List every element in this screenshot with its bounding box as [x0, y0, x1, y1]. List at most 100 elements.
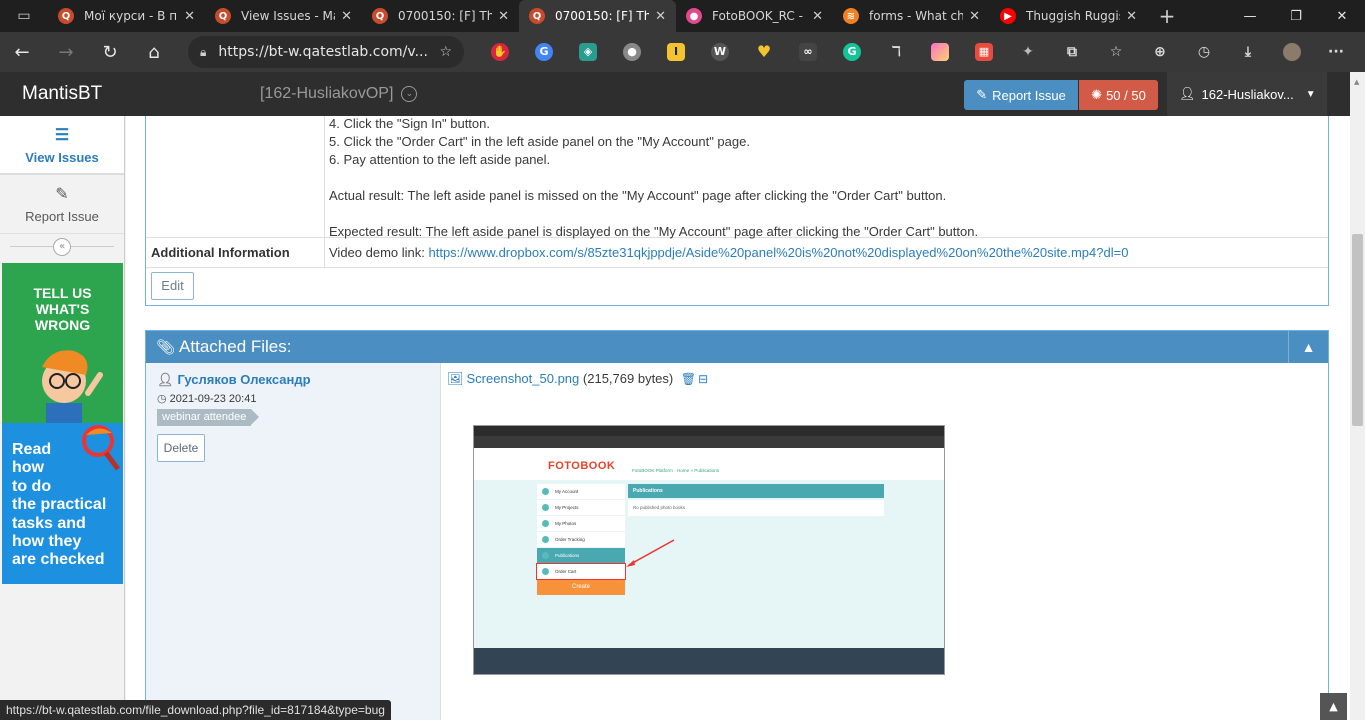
mantis-navbar: MantisBT [162-HusliakovOP] ⌄ ✎ Report Iss…: [0, 72, 1350, 116]
extension-red-hand-icon[interactable]: ✋: [478, 32, 522, 72]
extension-glasses-icon[interactable]: ∞: [786, 32, 830, 72]
file-line: 🖼︎ Screenshot_50.png (215,769 bytes) 🗑︎ ⊟: [447, 371, 708, 387]
browser-tab[interactable]: ≋ forms - What cha ✕: [833, 0, 990, 32]
extension-yellow-icon[interactable]: I: [654, 32, 698, 72]
more-menu-icon[interactable]: ···: [1314, 32, 1358, 72]
scrollbar-thumb[interactable]: [1352, 234, 1363, 426]
delete-button[interactable]: Delete: [157, 434, 205, 462]
close-window-icon[interactable]: ✕: [1319, 0, 1365, 32]
report-issue-button[interactable]: ✎ Report Issue: [964, 80, 1078, 110]
back-icon[interactable]: ←: [0, 32, 44, 72]
edit-icon: ✎: [976, 87, 988, 102]
browser-tab-bar: ▭ QМої курси - В пр✕QView Issues - Man✕Q…: [0, 0, 1365, 32]
chevron-up-icon[interactable]: ▲: [1288, 331, 1328, 363]
scroll-to-top-button[interactable]: ▲: [1320, 693, 1347, 720]
tab-close-icon[interactable]: ✕: [969, 9, 980, 24]
collapse-preview-icon[interactable]: ⊟: [698, 372, 708, 386]
extension-gradient-icon[interactable]: [918, 32, 962, 72]
home-icon[interactable]: ⌂: [132, 32, 176, 72]
favorites-icon[interactable]: ☆: [1094, 32, 1138, 72]
history-icon[interactable]: ◷: [1182, 32, 1226, 72]
tab-favicon-icon: ≋: [843, 8, 859, 24]
extension-screen-icon[interactable]: ▦: [962, 32, 1006, 72]
tab-title: View Issues - Man: [241, 9, 335, 23]
sidebar-collapse-button[interactable]: «: [0, 234, 124, 259]
lock-icon: 🔒︎: [200, 44, 207, 59]
extensions-row: ✋ G ◈ ● I W ♥ ∞ G ℸ ▦ ✦ ⧉ ☆ ⊕ ◷ ⤓ ···: [478, 32, 1358, 72]
file-size: (215,769 bytes): [582, 371, 674, 386]
extension-puzzle-gray-icon[interactable]: ✦: [1006, 32, 1050, 72]
attachment-date: ◷ 2021-09-23 20:41: [157, 392, 256, 405]
double-chevron-left-icon[interactable]: «: [53, 237, 71, 256]
sidebar-item-report-issue[interactable]: ✎ Report Issue: [0, 175, 124, 234]
attached-files-box: 📎︎ Attached Files: ▲ 👤︎ Гусляков Олександр…: [145, 330, 1329, 720]
tab-title: 0700150: [F] The: [398, 9, 493, 23]
browser-toolbar: ← → ↻ ⌂ 🔒︎ https://bt-w.qatestlab.com/v.…: [0, 32, 1365, 72]
tab-close-icon[interactable]: ✕: [184, 9, 195, 24]
browser-tab[interactable]: ▶ Thuggish Ruggis ✕: [990, 0, 1147, 32]
tasks-banner[interactable]: Read how to do the practical tasks and h…: [2, 423, 123, 584]
extension-w-icon[interactable]: W: [698, 32, 742, 72]
file-download-link[interactable]: Screenshot_50.png: [467, 371, 580, 386]
description-label-cell: [146, 116, 325, 238]
sidebar-item-view-issues[interactable]: ☰ View Issues: [0, 116, 124, 175]
page-scrollbar[interactable]: ▲: [1350, 72, 1365, 720]
user-menu[interactable]: 👤︎ 162-Husliakov... ▼: [1167, 72, 1327, 116]
trash-icon[interactable]: 🗑︎: [681, 372, 696, 386]
extension-grammarly-icon[interactable]: G: [830, 32, 874, 72]
extension-text-icon[interactable]: ℸ: [874, 32, 918, 72]
additional-info-prefix: Video demo link:: [329, 245, 429, 260]
minimize-icon[interactable]: —: [1227, 0, 1273, 32]
project-selector[interactable]: [162-HusliakovOP] ⌄: [260, 72, 418, 116]
project-name: [162-HusliakovOP]: [260, 85, 394, 102]
scroll-up-icon[interactable]: ▲: [1354, 78, 1359, 86]
magnifier-character-image: [82, 425, 120, 471]
address-bar[interactable]: 🔒︎ https://bt-w.qatestlab.com/v... ☆: [188, 36, 464, 68]
edit-button[interactable]: Edit: [151, 272, 194, 300]
browser-tab[interactable]: ● FotoBOOK_RC - F ✕: [676, 0, 833, 32]
extension-heart-icon[interactable]: ♥: [742, 32, 786, 72]
attached-files-title: Attached Files:: [179, 337, 292, 356]
attachment-author[interactable]: 👤︎ Гусляков Олександр: [157, 372, 311, 388]
extension-shield-icon[interactable]: ◈: [566, 32, 610, 72]
brand-logo[interactable]: MantisBT: [22, 72, 102, 116]
tab-close-icon[interactable]: ✕: [655, 9, 666, 24]
issue-details-box: 4. Click the "Sign In" button. 5. Click …: [145, 116, 1329, 306]
favorite-star-icon[interactable]: ☆: [439, 44, 452, 60]
profile-avatar-icon[interactable]: [1270, 32, 1314, 72]
downloads-icon[interactable]: ⤓: [1226, 32, 1270, 72]
browser-tab[interactable]: Q 0700150: [F] The ✕: [362, 0, 519, 32]
tab-close-icon[interactable]: ✕: [498, 9, 509, 24]
paperclip-icon: 📎︎: [156, 339, 176, 356]
collections-icon[interactable]: ⊕: [1138, 32, 1182, 72]
refresh-icon[interactable]: ↻: [88, 32, 132, 72]
address-url[interactable]: https://bt-w.qatestlab.com/v...: [218, 44, 433, 60]
screenshot-thumbnail[interactable]: FOTOBOOK FotoBOOK Platform · Home » Publ…: [473, 425, 945, 675]
tab-close-icon[interactable]: ✕: [1126, 9, 1137, 24]
additional-info-value: Video demo link: https://www.dropbox.com…: [329, 238, 1128, 267]
extensions-puzzle-icon[interactable]: ⧉: [1050, 32, 1094, 72]
caret-down-icon: ▼: [1305, 88, 1316, 100]
extension-circle-icon[interactable]: ●: [610, 32, 654, 72]
report-issue-label: Report Issue: [992, 87, 1066, 103]
window-controls: — ❐ ✕: [1227, 0, 1365, 32]
tab-favicon-icon: ●: [686, 8, 702, 24]
feedback-banner[interactable]: TELL US WHAT'S WRONG: [2, 263, 123, 423]
browser-tab[interactable]: Q View Issues - Man ✕: [205, 0, 362, 32]
tab-title: 0700150: [F] The: [555, 9, 650, 23]
user-name: 162-Husliakov...: [1201, 86, 1294, 102]
tab-close-icon[interactable]: ✕: [341, 9, 352, 24]
browser-tab[interactable]: Q Мої курси - В пр ✕: [48, 0, 205, 32]
additional-info-row: Additional Information Video demo link: …: [146, 238, 1328, 268]
forward-icon[interactable]: →: [44, 32, 88, 72]
browser-tab[interactable]: Q 0700150: [F] The ✕: [519, 0, 676, 32]
new-tab-button[interactable]: +: [1147, 4, 1187, 28]
chevron-down-icon[interactable]: ⌄: [401, 85, 418, 102]
video-demo-link[interactable]: https://www.dropbox.com/s/85zte31qkjppdj…: [429, 245, 1129, 260]
tab-close-icon[interactable]: ✕: [812, 9, 823, 24]
extension-translate-icon[interactable]: G: [522, 32, 566, 72]
issue-count-button[interactable]: ✺ 50 / 50: [1079, 80, 1158, 110]
description-text: 4. Click the "Sign In" button. 5. Click …: [329, 116, 979, 239]
restore-icon[interactable]: ❐: [1273, 0, 1319, 32]
tab-actions-icon[interactable]: ▭: [0, 0, 48, 32]
